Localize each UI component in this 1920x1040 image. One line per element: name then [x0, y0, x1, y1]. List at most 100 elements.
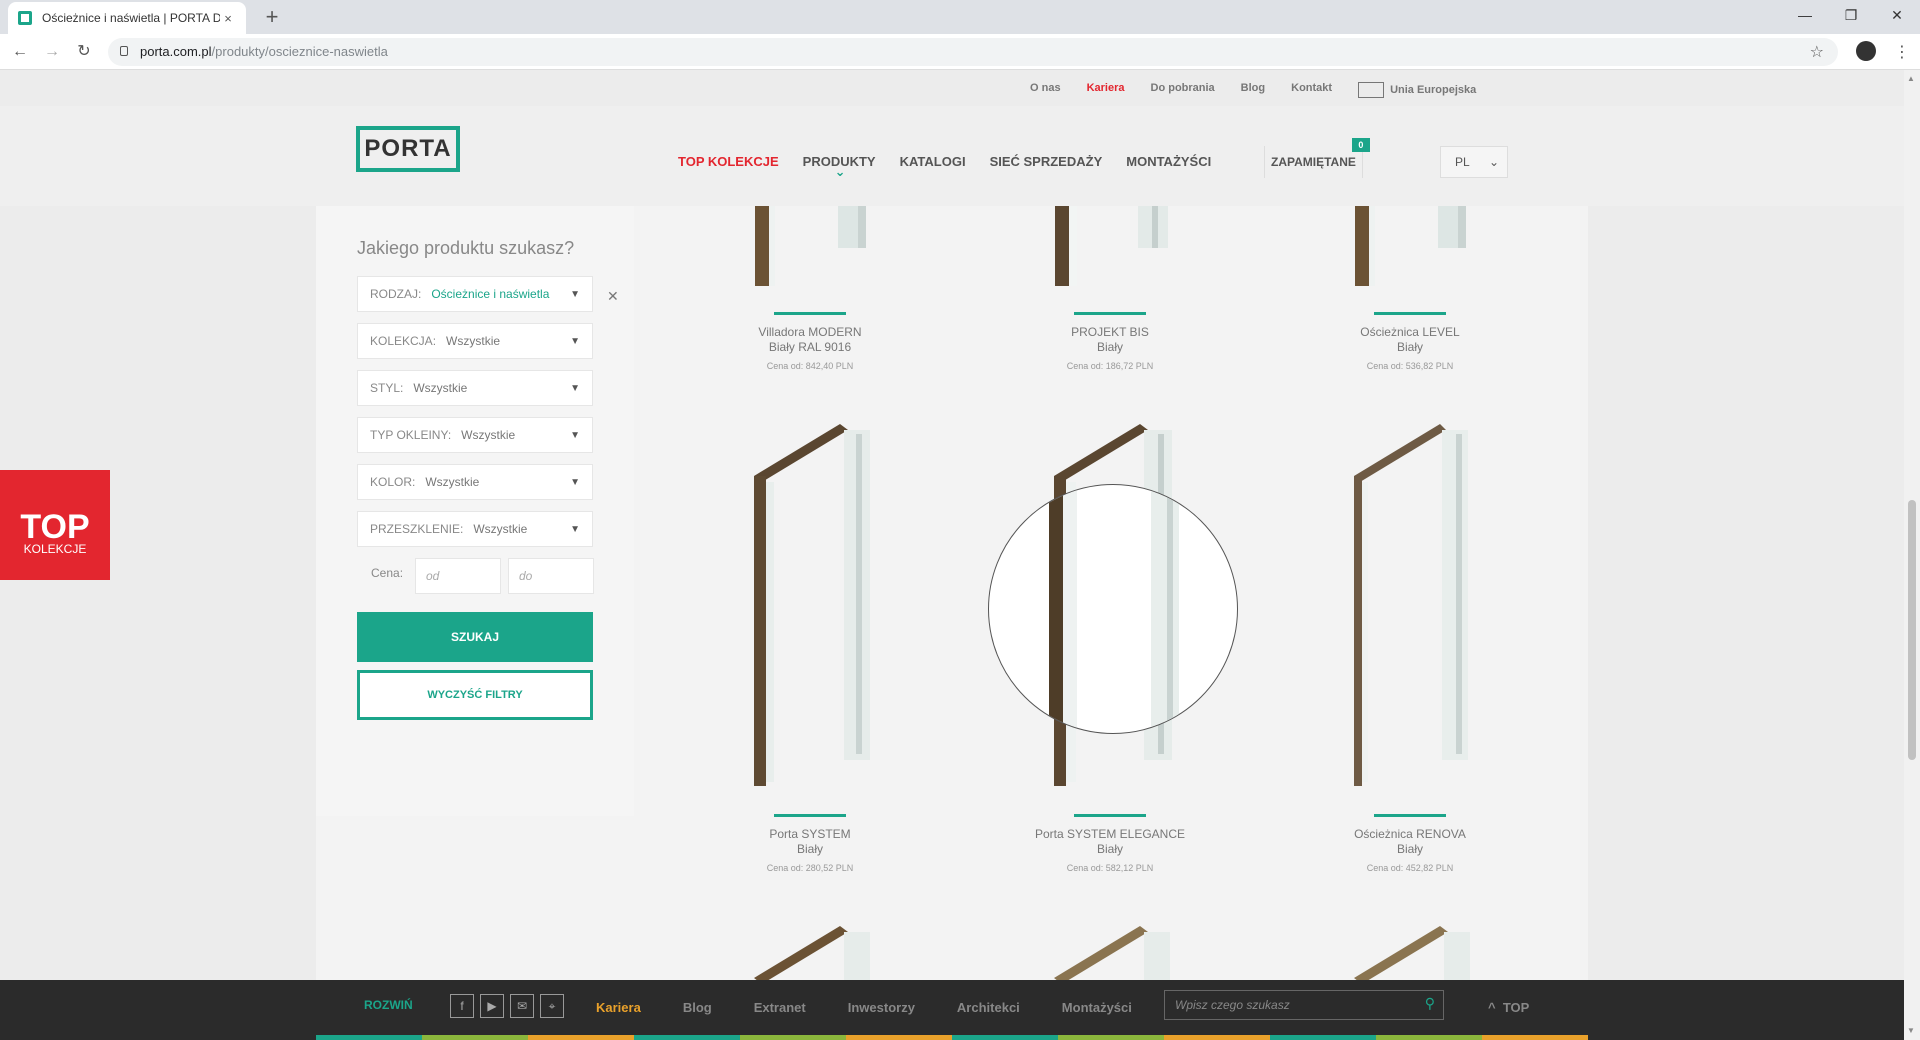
address-bar[interactable]: porta.com.pl/produkty/oscieznice-naswiet…	[108, 38, 1838, 66]
product-card[interactable]: Villadora MODERN Biały RAL 9016 Cena od:…	[700, 312, 920, 371]
minimize-icon[interactable]: —	[1782, 0, 1828, 30]
link-eu[interactable]: Unia Europejska	[1358, 82, 1476, 98]
close-window-icon[interactable]: ✕	[1874, 0, 1920, 30]
main-nav: TOP KOLEKCJE PRODUKTY KATALOGI SIEĆ SPRZ…	[678, 154, 1211, 180]
door-frame-image[interactable]	[1040, 926, 1180, 982]
porta-logo[interactable]: PORTA	[356, 126, 460, 172]
link-blog[interactable]: Blog	[1241, 82, 1265, 98]
zoom-lens	[988, 484, 1238, 734]
expand-footer-button[interactable]: ROZWIŃ	[364, 998, 413, 1012]
door-frame-image[interactable]	[1340, 926, 1480, 982]
new-tab-button[interactable]: +	[258, 4, 286, 32]
scroll-thumb[interactable]	[1908, 500, 1916, 760]
email-icon[interactable]: ✉	[510, 994, 534, 1018]
chevron-down-icon: ⌄	[1488, 155, 1499, 169]
page-scrollbar[interactable]: ▲ ▼	[1904, 70, 1920, 1040]
footer-link-architects[interactable]: Architekci	[957, 1000, 1020, 1015]
back-icon[interactable]: ←	[6, 38, 34, 66]
url-text[interactable]: porta.com.pl/produkty/oscieznice-naswiet…	[140, 44, 388, 59]
saved-button[interactable]: ZAPAMIĘTANE 0	[1264, 138, 1370, 178]
filter-veneer-type[interactable]: TYP OKLEINY: Wszystkie ▼	[357, 417, 593, 453]
door-frame-image[interactable]	[1340, 206, 1480, 286]
page-viewport: O nas Kariera Do pobrania Blog Kontakt U…	[0, 70, 1904, 1040]
link-downloads[interactable]: Do pobrania	[1151, 82, 1215, 98]
footer-link-investors[interactable]: Inwestorzy	[848, 1000, 915, 1015]
menu-icon[interactable]: ⋮	[1894, 42, 1910, 62]
filter-glazing[interactable]: PRZESZKLENIE: Wszystkie ▼	[357, 511, 593, 547]
link-contact[interactable]: Kontakt	[1291, 82, 1332, 98]
footer-search-input[interactable]: Wpisz czego szukasz ⚲	[1164, 990, 1444, 1020]
link-career[interactable]: Kariera	[1087, 82, 1125, 98]
eu-label: Unia Europejska	[1390, 84, 1477, 96]
accent-segment	[1164, 1035, 1270, 1040]
accent-segment	[634, 1035, 740, 1040]
footer-link-extranet[interactable]: Extranet	[754, 1000, 806, 1015]
product-card[interactable]: PROJEKT BIS Biały Cena od: 186,72 PLN	[1000, 312, 1220, 371]
product-divider	[1074, 814, 1146, 817]
accent-segment	[740, 1035, 846, 1040]
language-select[interactable]: PL ⌄	[1440, 146, 1508, 178]
facebook-icon[interactable]: f	[450, 994, 474, 1018]
accent-segment	[528, 1035, 634, 1040]
reload-icon[interactable]: ↻	[70, 38, 98, 66]
profile-icon[interactable]	[1856, 41, 1876, 61]
top-collections-badge[interactable]: TOP KOLEKCJE	[0, 470, 110, 580]
lock-icon[interactable]	[120, 46, 128, 56]
product-divider	[1074, 312, 1146, 315]
price-to-input[interactable]: do	[508, 558, 594, 594]
sidebar-title: Jakiego produktu szukasz?	[357, 238, 575, 258]
footer-link-installers[interactable]: Montażyści	[1062, 1000, 1132, 1015]
youtube-icon[interactable]: ▶	[480, 994, 504, 1018]
product-card[interactable]: Ościeżnica RENOVA Biały Cena od: 452,82 …	[1300, 814, 1520, 873]
product-card[interactable]: Porta SYSTEM ELEGANCE Biały Cena od: 582…	[1000, 814, 1220, 873]
chevron-down-icon: ▼	[570, 335, 580, 347]
nav-top-collections[interactable]: TOP KOLEKCJE	[678, 154, 779, 169]
door-frame-image[interactable]	[740, 424, 880, 794]
tab-title: Ościeżnice i naświetla | PORTA Drzwi	[42, 11, 220, 25]
chevron-down-icon: ▼	[570, 429, 580, 441]
saved-count-badge: 0	[1351, 138, 1370, 152]
door-frame-image[interactable]	[740, 206, 880, 286]
product-divider	[774, 814, 846, 817]
scroll-up-icon[interactable]: ▲	[1907, 74, 1915, 83]
link-about[interactable]: O nas	[1030, 82, 1061, 98]
nav-catalogs[interactable]: KATALOGI	[900, 154, 966, 169]
chevron-down-icon: ▼	[570, 288, 580, 300]
forward-icon[interactable]: →	[38, 38, 66, 66]
product-card[interactable]: Porta SYSTEM Biały Cena od: 280,52 PLN	[700, 814, 920, 873]
door-frame-image[interactable]	[740, 926, 880, 982]
restore-icon[interactable]: ❐	[1828, 0, 1874, 30]
location-icon[interactable]: ⌖	[540, 994, 564, 1018]
clear-filter-icon[interactable]: ✕	[607, 288, 619, 305]
star-icon[interactable]: ☆	[1810, 42, 1824, 62]
accent-segment	[846, 1035, 952, 1040]
clear-filters-button[interactable]: WYCZYŚĆ FILTRY	[357, 670, 593, 720]
price-from-input[interactable]: od	[415, 558, 501, 594]
browser-tab[interactable]: Ościeżnice i naświetla | PORTA Drzwi ×	[8, 2, 246, 34]
scroll-down-icon[interactable]: ▼	[1907, 1026, 1915, 1035]
footer-link-career[interactable]: Kariera	[596, 1000, 641, 1015]
product-divider	[774, 312, 846, 315]
search-button[interactable]: SZUKAJ	[357, 612, 593, 662]
door-frame-image[interactable]	[1340, 424, 1480, 794]
nav-sales-network[interactable]: SIEĆ SPRZEDAŻY	[990, 154, 1103, 169]
product-divider	[1374, 312, 1446, 315]
filter-type[interactable]: RODZAJ: Ościeżnice i naświetla ▼	[357, 276, 593, 312]
back-to-top-button[interactable]: ^ TOP	[1488, 1000, 1529, 1015]
chevron-down-icon: ▼	[570, 523, 580, 535]
footer-link-blog[interactable]: Blog	[683, 1000, 712, 1015]
door-frame-image[interactable]	[1040, 206, 1180, 286]
nav-installers[interactable]: MONTAŻYŚCI	[1126, 154, 1211, 169]
search-icon[interactable]: ⚲	[1425, 995, 1435, 1012]
accent-segment	[1058, 1035, 1164, 1040]
nav-products[interactable]: PRODUKTY	[803, 154, 876, 180]
footer-accent-bar	[316, 1035, 1588, 1040]
filter-color[interactable]: KOLOR: Wszystkie ▼	[357, 464, 593, 500]
accent-segment	[422, 1035, 528, 1040]
chevron-down-icon: ▼	[570, 382, 580, 394]
product-card[interactable]: Ościeżnica LEVEL Biały Cena od: 536,82 P…	[1300, 312, 1520, 371]
accent-segment	[1270, 1035, 1376, 1040]
filter-collection[interactable]: KOLEKCJA: Wszystkie ▼	[357, 323, 593, 359]
tab-close-icon[interactable]: ×	[220, 11, 236, 26]
filter-style[interactable]: STYL: Wszystkie ▼	[357, 370, 593, 406]
